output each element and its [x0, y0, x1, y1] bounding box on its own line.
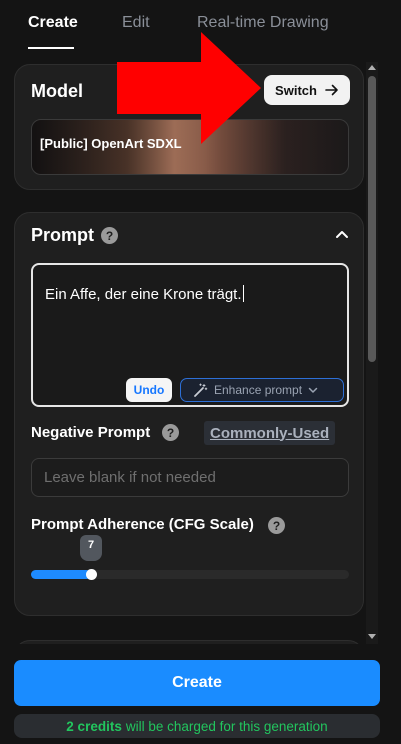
- red-annotation-arrow-icon: [117, 32, 261, 144]
- cfg-slider[interactable]: [31, 569, 349, 580]
- negative-prompt-input[interactable]: Leave blank if not needed: [31, 458, 349, 497]
- undo-button[interactable]: Undo: [126, 378, 172, 402]
- scroll-up-arrow-icon[interactable]: [368, 65, 376, 70]
- negative-prompt-help-icon[interactable]: ?: [162, 424, 179, 441]
- enhance-prompt-label: Enhance prompt: [214, 383, 303, 397]
- enhance-prompt-button[interactable]: Enhance prompt: [180, 378, 344, 402]
- scroll-down-arrow-icon[interactable]: [368, 634, 376, 639]
- active-tab-underline: [28, 47, 74, 49]
- magic-wand-icon: [194, 383, 208, 397]
- chevron-down-icon: [308, 387, 318, 393]
- scrollbar-thumb[interactable]: [368, 76, 376, 362]
- cfg-help-icon[interactable]: ?: [268, 517, 285, 534]
- tab-real-time-drawing[interactable]: Real-time Drawing: [197, 14, 329, 32]
- settings-scroll-area[interactable]: Model Switch [Public] OpenArt SDXL Promp…: [0, 62, 378, 644]
- prompt-card: Prompt ? Ein Affe, der eine Krone trägt.…: [14, 212, 364, 616]
- arrow-right-icon: [325, 84, 338, 96]
- model-title: Model: [31, 81, 83, 101]
- cfg-slider-thumb[interactable]: [86, 569, 97, 580]
- text-caret: [242, 285, 244, 302]
- cfg-slider-fill: [31, 570, 91, 579]
- negative-prompt-placeholder: Leave blank if not needed: [44, 469, 216, 486]
- credits-suffix: will be charged for this generation: [125, 718, 328, 734]
- credits-amount: 2 credits: [66, 718, 122, 734]
- model-name: [Public] OpenArt SDXL: [40, 136, 182, 151]
- credits-notice: 2 credits will be charged for this gener…: [14, 714, 380, 738]
- prompt-help-icon[interactable]: ?: [101, 227, 118, 244]
- scrollbar[interactable]: [366, 62, 378, 644]
- collapse-chevron-up-icon[interactable]: [335, 229, 349, 239]
- tab-create[interactable]: Create: [28, 14, 78, 32]
- switch-model-button[interactable]: Switch: [264, 75, 350, 105]
- prompt-title: Prompt: [31, 225, 94, 245]
- create-button[interactable]: Create: [14, 660, 380, 706]
- negative-prompt-label: Negative Prompt: [31, 424, 151, 441]
- cfg-scale-label: Prompt Adherence (CFG Scale): [31, 516, 254, 533]
- prompt-text-wrap: Ein Affe, der eine Krone trägt.: [45, 285, 244, 303]
- commonly-used-link[interactable]: Commonly-Used: [204, 421, 336, 445]
- next-settings-card: [14, 640, 364, 644]
- cfg-value-bubble: 7: [80, 535, 102, 561]
- prompt-text: Ein Affe, der eine Krone trägt.: [45, 286, 242, 303]
- prompt-textarea[interactable]: Ein Affe, der eine Krone trägt. Undo Enh…: [31, 263, 349, 407]
- tab-edit[interactable]: Edit: [122, 14, 150, 32]
- switch-label: Switch: [275, 82, 317, 98]
